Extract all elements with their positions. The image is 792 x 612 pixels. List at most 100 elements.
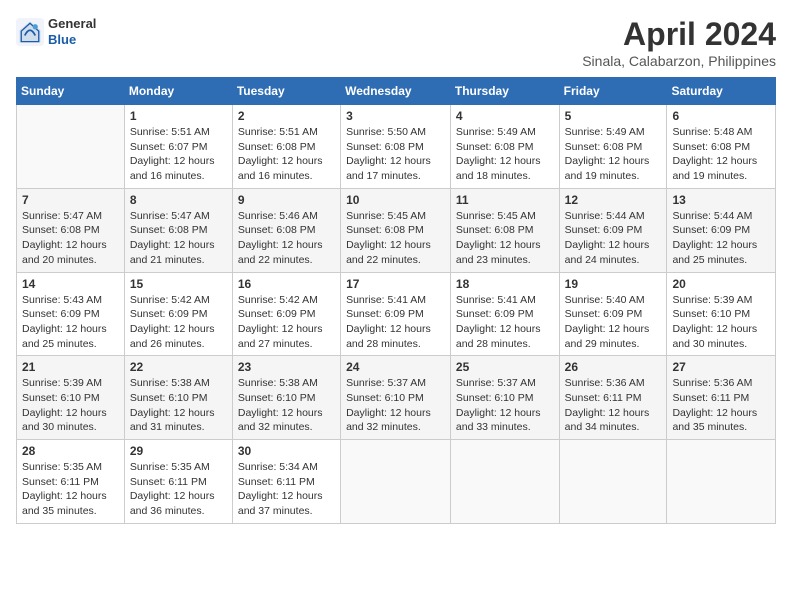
day-info: Sunrise: 5:45 AMSunset: 6:08 PMDaylight:…: [456, 209, 554, 268]
day-number: 23: [238, 360, 335, 374]
day-number: 6: [672, 109, 770, 123]
day-number: 17: [346, 277, 445, 291]
day-info: Sunrise: 5:43 AMSunset: 6:09 PMDaylight:…: [22, 293, 119, 352]
calendar-cell: 28 Sunrise: 5:35 AMSunset: 6:11 PMDayligh…: [17, 440, 125, 524]
day-number: 22: [130, 360, 227, 374]
calendar-cell: 30Sunrise: 5:34 AMSunset: 6:11 PMDayligh…: [232, 440, 340, 524]
logo-general: General: [48, 16, 96, 32]
day-number: 21: [22, 360, 119, 374]
calendar-cell: 10 Sunrise: 5:45 AMSunset: 6:08 PMDayligh…: [341, 188, 451, 272]
day-info: Sunrise: 5:42 AMSunset: 6:09 PMDaylight:…: [238, 293, 335, 352]
calendar-cell: [667, 440, 776, 524]
calendar-header-sunday: Sunday: [17, 78, 125, 105]
calendar-cell: 13 Sunrise: 5:44 AMSunset: 6:09 PMDayligh…: [667, 188, 776, 272]
day-info: Sunrise: 5:41 AMSunset: 6:09 PMDaylight:…: [456, 293, 554, 352]
calendar-cell: 26Sunrise: 5:36 AMSunset: 6:11 PMDayligh…: [559, 356, 667, 440]
calendar-cell: 23Sunrise: 5:38 AMSunset: 6:10 PMDayligh…: [232, 356, 340, 440]
calendar-week-5: 28 Sunrise: 5:35 AMSunset: 6:11 PMDayligh…: [17, 440, 776, 524]
day-number: 5: [565, 109, 662, 123]
day-info: Sunrise: 5:38 AMSunset: 6:10 PMDaylight:…: [130, 376, 227, 435]
calendar-cell: 7 Sunrise: 5:47 AMSunset: 6:08 PMDaylight…: [17, 188, 125, 272]
calendar-cell: 22 Sunrise: 5:38 AMSunset: 6:10 PMDayligh…: [124, 356, 232, 440]
day-info: Sunrise: 5:45 AMSunset: 6:08 PMDaylight:…: [346, 209, 445, 268]
calendar-cell: [341, 440, 451, 524]
calendar-header-row: SundayMondayTuesdayWednesdayThursdayFrid…: [17, 78, 776, 105]
day-info: Sunrise: 5:39 AMSunset: 6:10 PMDaylight:…: [672, 293, 770, 352]
day-info: Sunrise: 5:36 AMSunset: 6:11 PMDaylight:…: [672, 376, 770, 435]
logo-text: General Blue: [48, 16, 96, 47]
calendar-cell: 25Sunrise: 5:37 AMSunset: 6:10 PMDayligh…: [450, 356, 559, 440]
day-number: 2: [238, 109, 335, 123]
calendar-cell: 17 Sunrise: 5:41 AMSunset: 6:09 PMDayligh…: [341, 272, 451, 356]
calendar-header-tuesday: Tuesday: [232, 78, 340, 105]
calendar-header-wednesday: Wednesday: [341, 78, 451, 105]
day-info: Sunrise: 5:44 AMSunset: 6:09 PMDaylight:…: [565, 209, 662, 268]
calendar-cell: 4 Sunrise: 5:49 AMSunset: 6:08 PMDaylight…: [450, 105, 559, 189]
day-number: 15: [130, 277, 227, 291]
logo-icon: [16, 18, 44, 46]
calendar-cell: 24Sunrise: 5:37 AMSunset: 6:10 PMDayligh…: [341, 356, 451, 440]
day-info: Sunrise: 5:42 AMSunset: 6:09 PMDaylight:…: [130, 293, 227, 352]
calendar-cell: 8Sunrise: 5:47 AMSunset: 6:08 PMDaylight…: [124, 188, 232, 272]
day-info: Sunrise: 5:49 AMSunset: 6:08 PMDaylight:…: [565, 125, 662, 184]
day-info: Sunrise: 5:37 AMSunset: 6:10 PMDaylight:…: [346, 376, 445, 435]
calendar-cell: 1 Sunrise: 5:51 AMSunset: 6:07 PMDaylight…: [124, 105, 232, 189]
calendar-cell: [559, 440, 667, 524]
day-number: 25: [456, 360, 554, 374]
calendar-cell: 15 Sunrise: 5:42 AMSunset: 6:09 PMDayligh…: [124, 272, 232, 356]
day-number: 1: [130, 109, 227, 123]
calendar-cell: 5 Sunrise: 5:49 AMSunset: 6:08 PMDaylight…: [559, 105, 667, 189]
day-number: 4: [456, 109, 554, 123]
calendar-week-4: 21 Sunrise: 5:39 AMSunset: 6:10 PMDayligh…: [17, 356, 776, 440]
day-info: Sunrise: 5:44 AMSunset: 6:09 PMDaylight:…: [672, 209, 770, 268]
day-info: Sunrise: 5:35 AMSunset: 6:11 PMDaylight:…: [130, 460, 227, 519]
day-info: Sunrise: 5:34 AMSunset: 6:11 PMDaylight:…: [238, 460, 335, 519]
day-number: 10: [346, 193, 445, 207]
calendar-cell: 16 Sunrise: 5:42 AMSunset: 6:09 PMDayligh…: [232, 272, 340, 356]
calendar-cell: [450, 440, 559, 524]
day-number: 16: [238, 277, 335, 291]
day-info: Sunrise: 5:39 AMSunset: 6:10 PMDaylight:…: [22, 376, 119, 435]
title-block: April 2024 Sinala, Calabarzon, Philippin…: [582, 16, 776, 69]
day-info: Sunrise: 5:46 AMSunset: 6:08 PMDaylight:…: [238, 209, 335, 268]
calendar-table: SundayMondayTuesdayWednesdayThursdayFrid…: [16, 77, 776, 524]
calendar-cell: 11 Sunrise: 5:45 AMSunset: 6:08 PMDayligh…: [450, 188, 559, 272]
day-info: Sunrise: 5:35 AMSunset: 6:11 PMDaylight:…: [22, 460, 119, 519]
day-info: Sunrise: 5:51 AMSunset: 6:08 PMDaylight:…: [238, 125, 335, 184]
calendar-cell: 14 Sunrise: 5:43 AMSunset: 6:09 PMDayligh…: [17, 272, 125, 356]
day-number: 19: [565, 277, 662, 291]
day-info: Sunrise: 5:49 AMSunset: 6:08 PMDaylight:…: [456, 125, 554, 184]
calendar-header-thursday: Thursday: [450, 78, 559, 105]
day-info: Sunrise: 5:50 AMSunset: 6:08 PMDaylight:…: [346, 125, 445, 184]
day-info: Sunrise: 5:40 AMSunset: 6:09 PMDaylight:…: [565, 293, 662, 352]
day-number: 14: [22, 277, 119, 291]
month-title: April 2024: [582, 16, 776, 53]
calendar-week-1: 1 Sunrise: 5:51 AMSunset: 6:07 PMDaylight…: [17, 105, 776, 189]
calendar-cell: 18Sunrise: 5:41 AMSunset: 6:09 PMDayligh…: [450, 272, 559, 356]
day-number: 29: [130, 444, 227, 458]
calendar-header-friday: Friday: [559, 78, 667, 105]
day-info: Sunrise: 5:47 AMSunset: 6:08 PMDaylight:…: [22, 209, 119, 268]
calendar-cell: 2 Sunrise: 5:51 AMSunset: 6:08 PMDaylight…: [232, 105, 340, 189]
page-header: General Blue April 2024 Sinala, Calabarz…: [16, 16, 776, 69]
calendar-cell: 29 Sunrise: 5:35 AMSunset: 6:11 PMDayligh…: [124, 440, 232, 524]
day-info: Sunrise: 5:36 AMSunset: 6:11 PMDaylight:…: [565, 376, 662, 435]
day-info: Sunrise: 5:41 AMSunset: 6:09 PMDaylight:…: [346, 293, 445, 352]
day-number: 11: [456, 193, 554, 207]
day-number: 12: [565, 193, 662, 207]
calendar-cell: 27 Sunrise: 5:36 AMSunset: 6:11 PMDayligh…: [667, 356, 776, 440]
day-number: 8: [130, 193, 227, 207]
logo: General Blue: [16, 16, 96, 47]
calendar-cell: 9 Sunrise: 5:46 AMSunset: 6:08 PMDaylight…: [232, 188, 340, 272]
day-number: 9: [238, 193, 335, 207]
day-number: 13: [672, 193, 770, 207]
calendar-cell: 20 Sunrise: 5:39 AMSunset: 6:10 PMDayligh…: [667, 272, 776, 356]
day-number: 28: [22, 444, 119, 458]
day-info: Sunrise: 5:51 AMSunset: 6:07 PMDaylight:…: [130, 125, 227, 184]
calendar-cell: 21 Sunrise: 5:39 AMSunset: 6:10 PMDayligh…: [17, 356, 125, 440]
calendar-week-3: 14 Sunrise: 5:43 AMSunset: 6:09 PMDayligh…: [17, 272, 776, 356]
day-number: 27: [672, 360, 770, 374]
day-number: 20: [672, 277, 770, 291]
day-number: 7: [22, 193, 119, 207]
calendar-cell: 19 Sunrise: 5:40 AMSunset: 6:09 PMDayligh…: [559, 272, 667, 356]
